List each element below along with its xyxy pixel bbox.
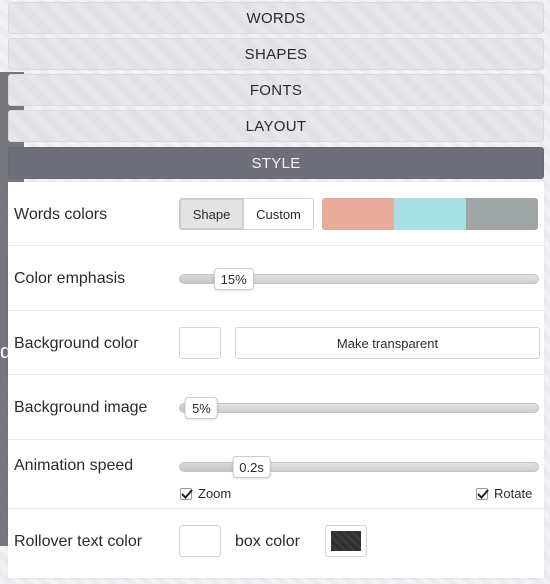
rollover-text-color-preview xyxy=(185,531,215,551)
custom-option-label: Custom xyxy=(256,206,301,222)
words-colors-shape-button[interactable]: Shape xyxy=(179,198,244,230)
tab-shapes-label: SHAPES xyxy=(244,45,308,63)
rollover-row: Rollover text color box color xyxy=(8,509,544,578)
animation-speed-slider[interactable]: 0.2s xyxy=(179,456,539,478)
color-emphasis-slider[interactable]: 15% xyxy=(179,268,539,290)
background-image-thumb[interactable]: 5% xyxy=(185,397,218,419)
tab-words-label: WORDS xyxy=(246,9,306,27)
tab-layout-label: LAYOUT xyxy=(245,117,307,135)
rotate-check-icon xyxy=(476,487,489,500)
rollover-box-color-picker[interactable] xyxy=(325,525,367,557)
background-image-label: Background image xyxy=(14,399,148,416)
rotate-label: Rotate xyxy=(494,486,533,501)
color-swatch-1[interactable] xyxy=(322,198,394,230)
rollover-text-color-picker[interactable] xyxy=(179,525,221,557)
rotate-checkbox[interactable]: Rotate xyxy=(476,486,532,501)
box-color-label: box color xyxy=(235,533,300,550)
background-image-slider[interactable]: 5% xyxy=(179,397,539,419)
words-colors-custom-button[interactable]: Custom xyxy=(243,198,314,230)
app-root: d WORDS SHAPES FONTS LAYOUT STYLE Words … xyxy=(0,0,550,584)
tab-fonts[interactable]: FONTS xyxy=(8,74,544,106)
tab-style[interactable]: STYLE xyxy=(8,147,544,179)
background-color-preview xyxy=(185,333,215,353)
background-color-picker[interactable] xyxy=(179,327,221,359)
tab-layout[interactable]: LAYOUT xyxy=(8,110,544,142)
animation-speed-thumb[interactable]: 0.2s xyxy=(232,456,271,478)
color-swatch-3[interactable] xyxy=(466,198,538,230)
tab-shapes[interactable]: SHAPES xyxy=(8,38,544,70)
zoom-label: Zoom xyxy=(198,486,232,501)
color-emphasis-label: Color emphasis xyxy=(14,270,126,287)
background-color-row: Background color Make transparent xyxy=(8,311,544,375)
tab-words[interactable]: WORDS xyxy=(8,2,544,34)
animation-speed-row: Animation speed 0.2s Zoom Rotate xyxy=(8,440,544,509)
background-image-row: Background image 5% xyxy=(8,375,544,440)
animation-speed-label: Animation speed xyxy=(14,457,134,474)
tab-style-label: STYLE xyxy=(251,154,301,172)
color-swatch-2[interactable] xyxy=(394,198,466,230)
rollover-box-color-preview xyxy=(331,531,361,551)
tab-fonts-label: FONTS xyxy=(249,81,303,99)
shape-option-label: Shape xyxy=(192,206,231,222)
make-transparent-label: Make transparent xyxy=(336,335,439,351)
zoom-checkbox[interactable]: Zoom xyxy=(180,486,231,501)
rollover-text-color-label: Rollover text color xyxy=(14,533,143,550)
words-colors-row: Words colors Shape Custom xyxy=(8,182,544,246)
make-transparent-button[interactable]: Make transparent xyxy=(235,327,540,359)
background-color-label: Background color xyxy=(14,335,139,352)
color-emphasis-row: Color emphasis 15% xyxy=(8,246,544,311)
color-emphasis-thumb[interactable]: 15% xyxy=(213,268,254,290)
style-panel: Words colors Shape Custom Color emphasis… xyxy=(8,182,544,578)
zoom-check-icon xyxy=(180,487,193,500)
words-colors-label: Words colors xyxy=(14,206,108,223)
